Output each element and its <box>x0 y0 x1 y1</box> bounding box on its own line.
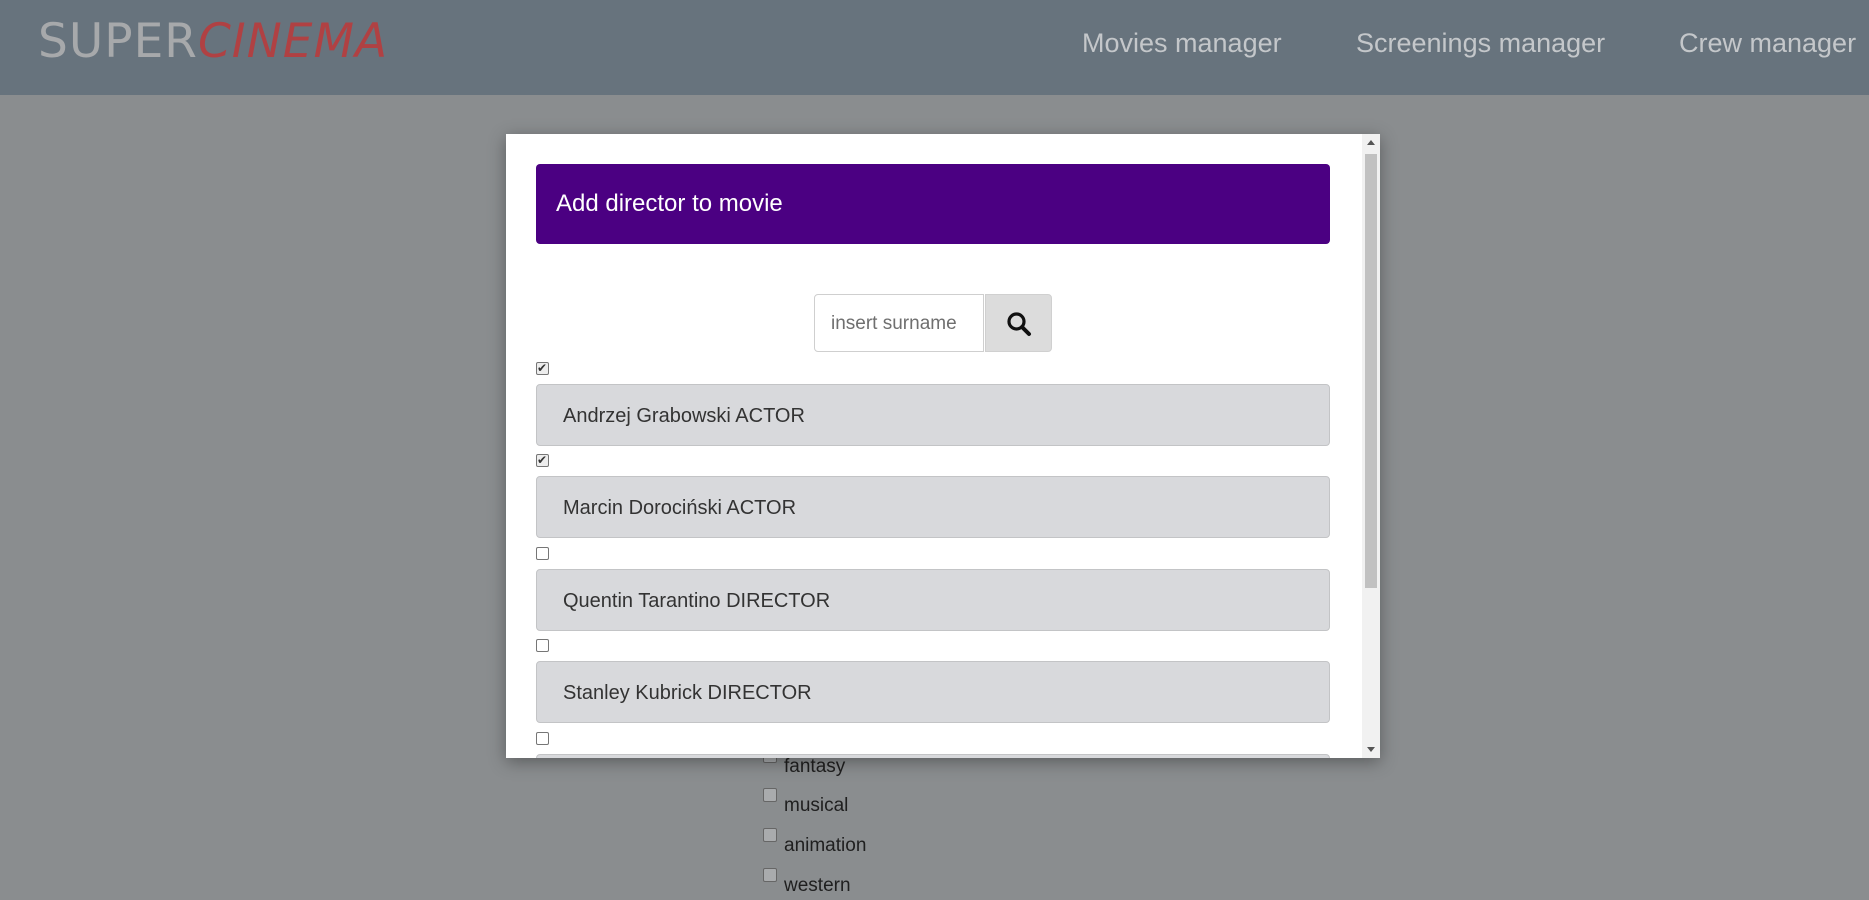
genre-checkbox[interactable] <box>763 868 777 882</box>
search-button[interactable] <box>985 294 1052 352</box>
genre-item[interactable]: musical <box>763 788 849 820</box>
crew-checkbox[interactable]: ✔ <box>536 361 549 375</box>
add-director-modal: Add director to movie insert surname ✔ A… <box>506 134 1380 758</box>
genre-item[interactable]: animation <box>763 828 867 860</box>
crew-checkbox[interactable] <box>536 732 549 745</box>
modal-title: Add director to movie <box>556 190 783 217</box>
genre-label: animation <box>784 835 867 856</box>
crew-row[interactable] <box>536 754 1330 758</box>
crew-row-label: Quentin Tarantino DIRECTOR <box>563 590 831 612</box>
genre-item[interactable]: western <box>763 868 851 900</box>
surname-search-input[interactable]: insert surname <box>814 294 984 352</box>
check-icon: ✔ <box>537 453 548 467</box>
genre-checkbox[interactable] <box>763 828 777 842</box>
scroll-down-arrow-icon[interactable] <box>1362 740 1380 758</box>
modal-scrollbar[interactable] <box>1362 134 1380 758</box>
scroll-up-arrow-icon[interactable] <box>1362 134 1380 152</box>
genre-label: musical <box>784 795 849 816</box>
crew-row[interactable]: Andrzej Grabowski ACTOR <box>536 384 1330 446</box>
brand-part-2: CINEMA <box>197 14 389 69</box>
crew-row[interactable]: Marcin Dorociński ACTOR <box>536 476 1330 538</box>
crew-checkbox[interactable]: ✔ <box>536 453 549 467</box>
genre-label: fantasy <box>784 756 846 777</box>
nav-screenings-manager[interactable]: Screenings manager <box>1356 26 1605 60</box>
crew-row-label: Andrzej Grabowski ACTOR <box>563 405 805 427</box>
crew-checkbox[interactable] <box>536 547 549 560</box>
top-navbar: SUPERCINEMA Movies manager Screenings ma… <box>0 0 1869 95</box>
genre-checkbox[interactable] <box>763 788 777 802</box>
nav-movies-manager[interactable]: Movies manager <box>1082 26 1282 60</box>
crew-row-label: Marcin Dorociński ACTOR <box>563 497 797 519</box>
crew-row[interactable]: Stanley Kubrick DIRECTOR <box>536 661 1330 723</box>
search-placeholder: insert surname <box>831 313 957 334</box>
brand-logo[interactable]: SUPERCINEMA <box>38 14 388 70</box>
search-icon <box>1007 312 1031 336</box>
check-icon: ✔ <box>537 361 548 375</box>
modal-header: Add director to movie <box>536 164 1330 244</box>
nav-crew-manager[interactable]: Crew manager <box>1679 26 1856 60</box>
scroll-thumb[interactable] <box>1365 154 1377 588</box>
brand-part-1: SUPER <box>38 14 198 69</box>
crew-row[interactable]: Quentin Tarantino DIRECTOR <box>536 569 1330 631</box>
crew-checkbox[interactable] <box>536 639 549 652</box>
crew-row-label: Stanley Kubrick DIRECTOR <box>563 682 812 704</box>
